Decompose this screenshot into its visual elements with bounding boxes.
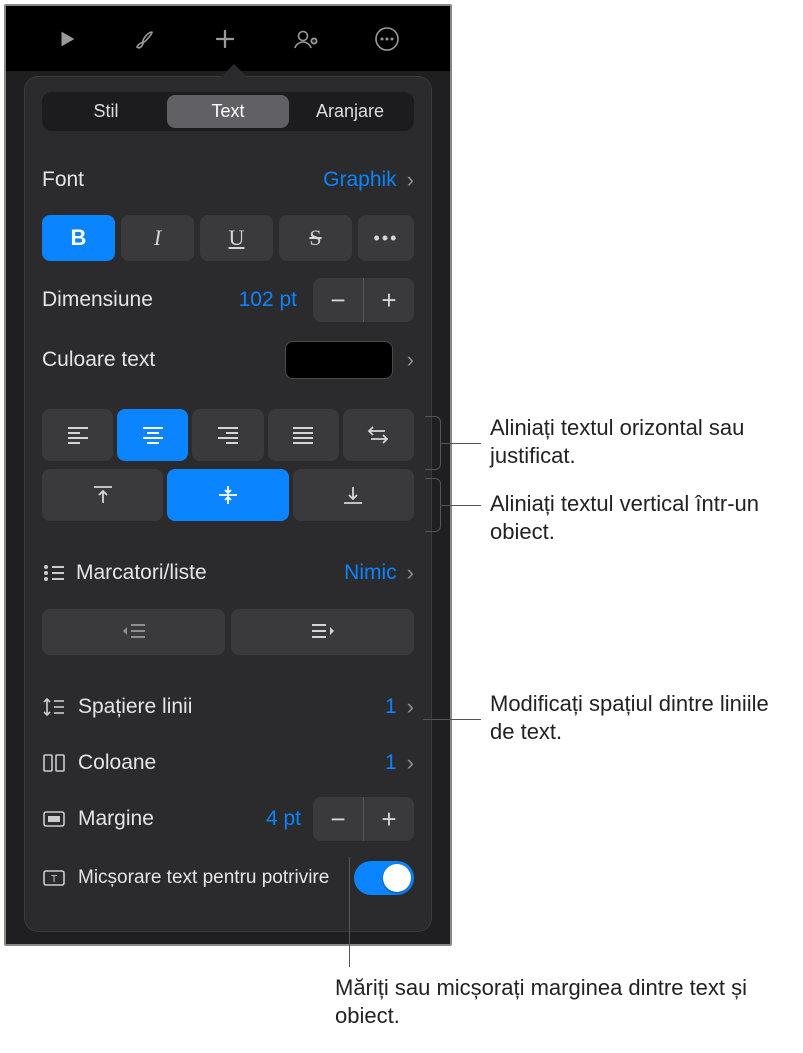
- line-spacing-label: Spațiere linii: [78, 695, 385, 719]
- margin-icon: [42, 809, 78, 829]
- inspector-panel: Stil Text Aranjare Font Graphik › B I U …: [4, 4, 452, 946]
- shrink-toggle[interactable]: [354, 861, 414, 895]
- bold-button[interactable]: B: [42, 215, 115, 261]
- align-center-button[interactable]: [117, 409, 188, 461]
- lead-lines: [423, 719, 481, 720]
- columns-value: 1: [385, 751, 397, 775]
- chevron-right-icon: ›: [407, 694, 414, 720]
- font-row[interactable]: Font Graphik ›: [42, 155, 414, 205]
- tab-stil[interactable]: Stil: [45, 95, 167, 128]
- chevron-right-icon: ›: [407, 167, 414, 193]
- lead-valign: [441, 505, 481, 506]
- outdent-button[interactable]: [42, 609, 225, 655]
- callout-margin: Măriți sau micșorați marginea dintre tex…: [335, 974, 775, 1030]
- size-label: Dimensiune: [42, 288, 239, 312]
- valign-bottom-button[interactable]: [293, 469, 414, 521]
- valign-middle-button[interactable]: [167, 469, 288, 521]
- toggle-knob: [383, 864, 411, 892]
- margin-label: Margine: [78, 807, 266, 831]
- text-style-buttons: B I U S •••: [42, 215, 414, 261]
- strike-button[interactable]: S: [279, 215, 352, 261]
- bullets-icon: [42, 563, 76, 583]
- app-toolbar: [6, 6, 450, 71]
- callout-halign: Aliniați textul orizontal sau justificat…: [490, 414, 790, 470]
- text-color-row[interactable]: Culoare text ›: [42, 335, 414, 385]
- play-icon[interactable]: [56, 28, 78, 50]
- horizontal-align-group: [42, 409, 414, 461]
- valign-top-button[interactable]: [42, 469, 163, 521]
- margin-stepper: − +: [313, 797, 414, 841]
- text-color-well[interactable]: [285, 341, 393, 379]
- columns-label: Coloane: [78, 751, 385, 775]
- margin-decrease-button[interactable]: −: [313, 797, 363, 841]
- align-left-button[interactable]: [42, 409, 113, 461]
- tab-text[interactable]: Text: [167, 95, 289, 128]
- size-value: 102 pt: [239, 288, 297, 312]
- bullets-label: Marcatori/liste: [76, 561, 344, 585]
- paragraph-section: Spațiere linii 1 › Coloane 1 › Margine 4…: [42, 679, 414, 909]
- brush-icon[interactable]: [133, 27, 157, 51]
- bullets-value: Nimic: [344, 561, 397, 585]
- indent-button[interactable]: [231, 609, 414, 655]
- size-increase-button[interactable]: +: [364, 278, 414, 322]
- bracket-halign: [425, 416, 441, 470]
- columns-row[interactable]: Coloane 1 ›: [42, 735, 414, 791]
- shrink-label: Micșorare text pentru potrivire: [78, 867, 354, 889]
- tab-aranjare[interactable]: Aranjare: [289, 95, 411, 128]
- bracket-valign: [425, 478, 441, 532]
- size-decrease-button[interactable]: −: [313, 278, 363, 322]
- chevron-right-icon: ›: [407, 347, 414, 373]
- indent-group: [42, 609, 414, 655]
- collab-icon[interactable]: [293, 27, 319, 51]
- font-label: Font: [42, 168, 323, 192]
- svg-text:T: T: [51, 874, 57, 885]
- popover-arrow: [220, 64, 248, 78]
- italic-button[interactable]: I: [121, 215, 194, 261]
- margin-value: 4 pt: [266, 807, 301, 831]
- vertical-align-group: [42, 469, 414, 521]
- callout-valign: Aliniați textul vertical într-un obiect.: [490, 490, 790, 546]
- align-justify-button[interactable]: [268, 409, 339, 461]
- chevron-right-icon: ›: [407, 560, 414, 586]
- shrink-text-row: T Micșorare text pentru potrivire: [42, 847, 414, 909]
- underline-button[interactable]: U: [200, 215, 273, 261]
- line-spacing-value: 1: [385, 695, 397, 719]
- more-icon[interactable]: [374, 26, 400, 52]
- line-spacing-icon: [42, 696, 78, 718]
- margin-row: Margine 4 pt − +: [42, 791, 414, 847]
- text-inspector: Stil Text Aranjare Font Graphik › B I U …: [24, 76, 432, 932]
- more-style-button[interactable]: •••: [358, 215, 414, 261]
- shrink-icon: T: [42, 868, 78, 888]
- callout-lines: Modificați spațiul dintre liniile de tex…: [490, 690, 790, 746]
- margin-increase-button[interactable]: +: [364, 797, 414, 841]
- lead-margin-v: [349, 857, 350, 967]
- inspector-tabs: Stil Text Aranjare: [42, 92, 414, 131]
- align-direction-button[interactable]: [343, 409, 414, 461]
- size-stepper: − +: [313, 278, 414, 322]
- columns-icon: [42, 753, 78, 773]
- bullets-row[interactable]: Marcatori/liste Nimic ›: [42, 547, 414, 599]
- lead-halign: [441, 443, 481, 444]
- size-row: Dimensiune 102 pt − +: [42, 275, 414, 325]
- text-color-label: Culoare text: [42, 348, 285, 372]
- chevron-right-icon: ›: [407, 750, 414, 776]
- line-spacing-row[interactable]: Spațiere linii 1 ›: [42, 679, 414, 735]
- align-right-button[interactable]: [192, 409, 263, 461]
- font-value: Graphik: [323, 168, 397, 192]
- plus-icon[interactable]: [213, 27, 237, 51]
